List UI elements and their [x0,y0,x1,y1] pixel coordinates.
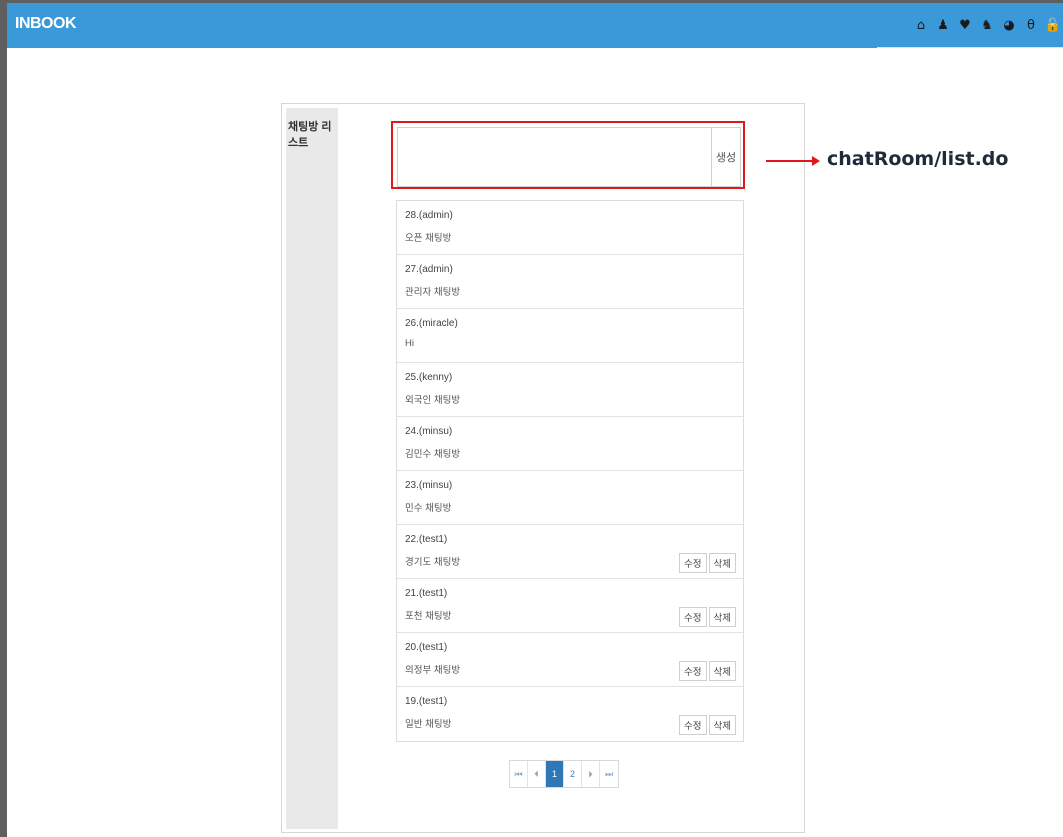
room-number: 23.(minsu) [405,480,453,491]
room-list-item[interactable]: 25.(kenny) 외국인 채팅방 [397,363,743,417]
delete-button[interactable]: 삭제 [708,607,736,627]
room-number: 20.(test1) [405,642,448,653]
room-name: 의정부 채팅방 [405,665,461,676]
room-name: Hi [405,338,414,349]
room-list-item[interactable]: 19.(test1) 일반 채팅방 수정 삭제 [397,687,743,741]
room-list: 28.(admin) 오픈 채팅방 27.(admin) 관리자 채팅방 26.(mir… [396,200,744,742]
room-number: 28.(admin) [405,210,453,221]
edit-button[interactable]: 수정 [679,553,707,573]
room-name: 포천 채팅방 [405,611,452,622]
room-list-item[interactable]: 23.(minsu) 민수 채팅방 [397,471,743,525]
room-name: 외국인 채팅방 [405,395,461,406]
brand-logo[interactable]: INBOOK [15,15,77,33]
nav-icon-group: ⌂ ♟ ♥ ♞ ◕ θ 🔓 [909,16,1063,34]
annotation-label: chatRoom/list.do [827,148,1009,170]
room-number: 24.(minsu) [405,426,453,437]
panel-sidebar: 채팅방 리스트 [286,108,338,829]
lock-icon[interactable]: θ [1021,16,1041,34]
room-actions: 수정 삭제 [679,553,736,573]
delete-button[interactable]: 삭제 [708,553,736,573]
room-name: 관리자 채팅방 [405,287,461,298]
annotation-arrow-head [812,156,820,166]
room-number: 26.(miracle) [405,318,458,329]
room-name: 오픈 채팅방 [405,233,452,244]
last-page-button[interactable]: ⏭ [600,761,618,787]
annotation-arrow-line [766,160,814,162]
room-name: 일반 채팅방 [405,719,452,730]
room-number: 25.(kenny) [405,372,453,383]
sidebar-label: 채팅방 리스트 [288,121,332,149]
room-list-item[interactable]: 20.(test1) 의정부 채팅방 수정 삭제 [397,633,743,687]
navbar: INBOOK ⌂ ♟ ♥ ♞ ◕ θ 🔓 [7,3,1063,48]
room-name: 김민수 채팅방 [405,449,461,460]
nav-underline [877,47,1063,48]
create-room-form: 생성 [391,121,745,189]
unlock-icon[interactable]: 🔓 [1043,16,1063,34]
page-number-button[interactable]: 2 [564,761,582,787]
first-page-button[interactable]: ⏮ [510,761,528,787]
room-list-item[interactable]: 27.(admin) 관리자 채팅방 [397,255,743,309]
edit-button[interactable]: 수정 [679,607,707,627]
room-list-item[interactable]: 22.(test1) 경기도 채팅방 수정 삭제 [397,525,743,579]
prev-page-button[interactable]: ⏴ [528,761,546,787]
user-icon[interactable]: ♟ [933,16,953,34]
delete-button[interactable]: 삭제 [708,715,736,735]
room-actions: 수정 삭제 [679,607,736,627]
heart-icon[interactable]: ♥ [955,16,975,34]
room-actions: 수정 삭제 [679,661,736,681]
room-list-item[interactable]: 24.(minsu) 김민수 채팅방 [397,417,743,471]
room-actions: 수정 삭제 [679,715,736,735]
room-name: 경기도 채팅방 [405,557,461,568]
edit-button[interactable]: 수정 [679,661,707,681]
room-number: 22.(test1) [405,534,448,545]
room-number: 21.(test1) [405,588,448,599]
group-icon[interactable]: ♞ [977,16,997,34]
chatroom-panel: 채팅방 리스트 생성 28.(admin) 오픈 채팅방 27.(admin) 관리자… [281,103,805,833]
edit-button[interactable]: 수정 [679,715,707,735]
page-number-button[interactable]: 1 [546,761,564,787]
room-name-input[interactable] [397,127,712,187]
room-number: 19.(test1) [405,696,448,707]
room-list-item[interactable]: 26.(miracle) Hi [397,309,743,363]
home-icon[interactable]: ⌂ [911,16,931,34]
room-number: 27.(admin) [405,264,453,275]
page: INBOOK ⌂ ♟ ♥ ♞ ◕ θ 🔓 채팅방 리스트 생성 28.(admi… [7,3,1063,837]
next-page-button[interactable]: ⏵ [582,761,600,787]
delete-button[interactable]: 삭제 [708,661,736,681]
room-name: 민수 채팅방 [405,503,452,514]
chat-icon[interactable]: ◕ [999,16,1019,34]
room-list-item[interactable]: 21.(test1) 포천 채팅방 수정 삭제 [397,579,743,633]
create-button[interactable]: 생성 [711,127,741,187]
room-list-item[interactable]: 28.(admin) 오픈 채팅방 [397,201,743,255]
pagination: ⏮ ⏴ 1 2 ⏵ ⏭ [509,760,619,788]
